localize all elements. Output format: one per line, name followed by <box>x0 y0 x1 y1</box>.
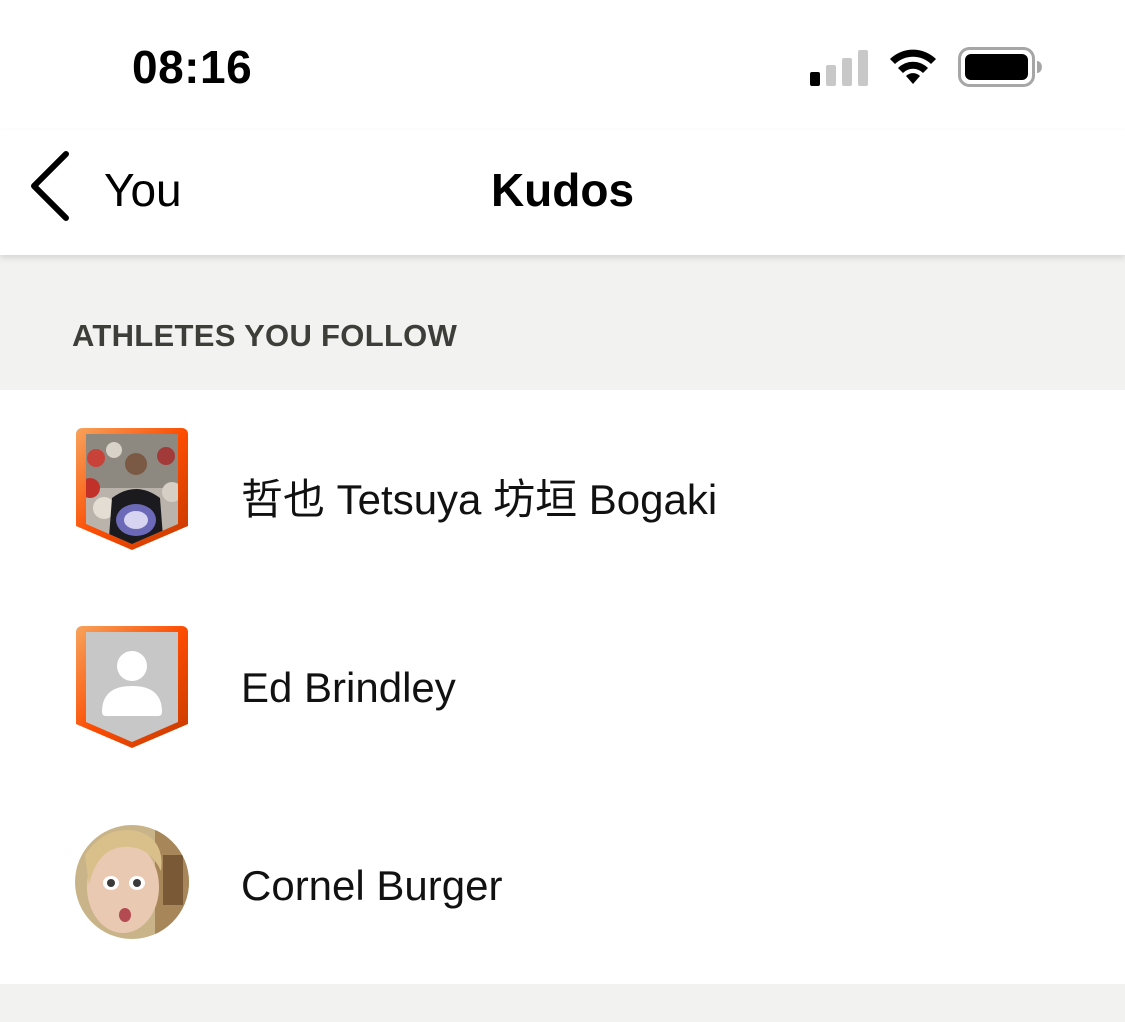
battery-icon <box>958 47 1042 87</box>
section-divider <box>0 984 1125 1022</box>
wifi-icon <box>890 49 936 84</box>
athlete-name[interactable]: Cornel Burger <box>241 862 502 910</box>
section-title: ATHLETES YOU FOLLOW <box>72 318 458 353</box>
navigation-bar: You Kudos <box>0 130 1125 255</box>
section-header: ATHLETES YOU FOLLOW <box>0 255 1125 390</box>
shield-placeholder-avatar[interactable] <box>76 626 188 748</box>
status-time: 08:16 <box>132 41 253 93</box>
round-photo-avatar[interactable] <box>75 825 189 939</box>
page-title: Kudos <box>490 164 635 216</box>
cellular-signal-icon <box>810 50 868 86</box>
athlete-name[interactable]: 哲也 Tetsuya 坊垣 Bogaki <box>241 466 717 527</box>
athlete-row[interactable]: 哲也 Tetsuya 坊垣 Bogaki <box>0 390 1125 588</box>
shield-photo-avatar[interactable] <box>76 428 188 550</box>
status-bar: 08:16 <box>0 0 1125 130</box>
athlete-name[interactable]: Ed Brindley <box>241 664 456 712</box>
athlete-list: 哲也 Tetsuya 坊垣 Bogaki Ed Brindley Cornel … <box>0 390 1125 984</box>
athlete-row[interactable]: Cornel Burger <box>0 786 1125 984</box>
athlete-row[interactable]: Ed Brindley <box>0 588 1125 786</box>
